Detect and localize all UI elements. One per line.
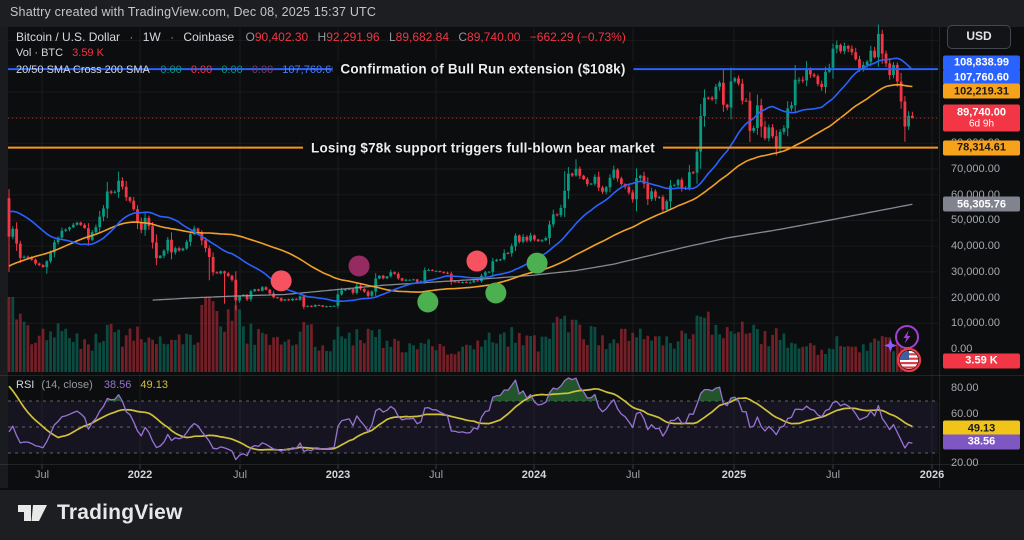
tradingview-logo-text: TradingView [57,501,183,524]
sma-cross-signal-dot [270,270,292,292]
rsi-axis-label: 80.00 [951,382,979,394]
exchange-label: Coinbase [183,30,235,44]
time-axis-label: 2022 [127,469,153,481]
price-axis-badge: 108,838.99 [943,55,1020,71]
sma-cross-signal-dot [348,255,370,277]
bear-annotation[interactable]: Losing $78k support triggers full-blown … [302,140,664,156]
layer-grid [8,28,938,463]
tradingview-chart-page: { "topbar": {"watermark": "Shattry creat… [0,0,1024,540]
rsi-ma-value: 49.13 [140,379,168,391]
rsi-axis-label: 20.00 [951,457,979,469]
high-value: 92,291.96 [326,30,380,44]
economic-event-flag-icon[interactable] [896,347,922,373]
sma-cross-signal-dot [485,282,507,304]
time-axis-label: 2024 [521,469,547,481]
currency-toggle-button[interactable]: USD [947,25,1011,49]
sma20-value: 107,760.60 [282,63,338,76]
price-axis-label: 30,000.00 [951,265,1000,278]
time-axis-label: Jul [34,469,50,481]
price-axis-badge: 107,760.60 [943,69,1020,85]
bull-annotation[interactable]: Confirmation of Bull Run extension ($108… [332,61,634,77]
close-value: 89,740.00 [467,30,521,44]
low-value: 89,682.84 [395,30,450,44]
price-axis-badge: 3.59 K [943,353,1020,368]
rsi-axis-badge: 38.56 [943,434,1020,450]
time-axis-label: 2025 [721,469,747,481]
time-axis-label: Jul [232,469,248,481]
price-axis-label: 70,000.00 [951,163,1000,175]
time-axis-label: 2023 [325,469,351,481]
tradingview-logo-icon [18,505,47,521]
volume-value: 3.59 K [72,47,104,60]
time-axis-label: Jul [625,469,641,481]
price-axis-badge: 78,314.61 [943,140,1020,156]
rsi-legend: RSI (14, close) 38.56 49.13 [16,379,168,391]
time-axis-label: Jul [825,469,841,481]
layer-vol [7,297,914,372]
sma-cross-signal-dot [526,252,548,274]
change-value: −662.29 (−0.73%) [529,30,626,44]
price-axis-label: 20,000.00 [951,291,1000,304]
tradingview-logo[interactable]: TradingView [18,500,183,526]
price-axis-badge: 102,219.31 [943,83,1020,99]
sma-cross-signal-dot [466,250,488,272]
time-axis-label: Jul [428,469,444,481]
volume-legend-row: Vol · BTC 3.59 K [16,47,104,60]
rsi-axis-label: 60.00 [951,408,979,420]
price-axis-label: 40,000.00 [951,240,1000,253]
time-axis-label: 2026 [919,469,945,481]
layer-gutter [0,27,8,488]
interval-label: 1W [142,30,161,44]
symbol-title: Bitcoin / U.S. Dollar [16,30,121,44]
price-axis-badge: 56,305.76 [943,196,1020,212]
layer-sma [8,57,913,302]
open-value: 90,402.30 [254,30,309,44]
sma-cross-signal-dot [417,291,439,313]
symbol-legend-row: Bitcoin / U.S. Dollar · 1W · Coinbase O9… [16,30,626,44]
price-axis-label: 10,000.00 [951,317,1000,330]
chart-canvas[interactable] [0,0,1024,540]
price-axis-badge: 89,740.00 6d 9h [943,104,1020,132]
price-axis-label: 50,000.00 [951,214,1000,227]
rsi-value: 38.56 [103,379,132,391]
